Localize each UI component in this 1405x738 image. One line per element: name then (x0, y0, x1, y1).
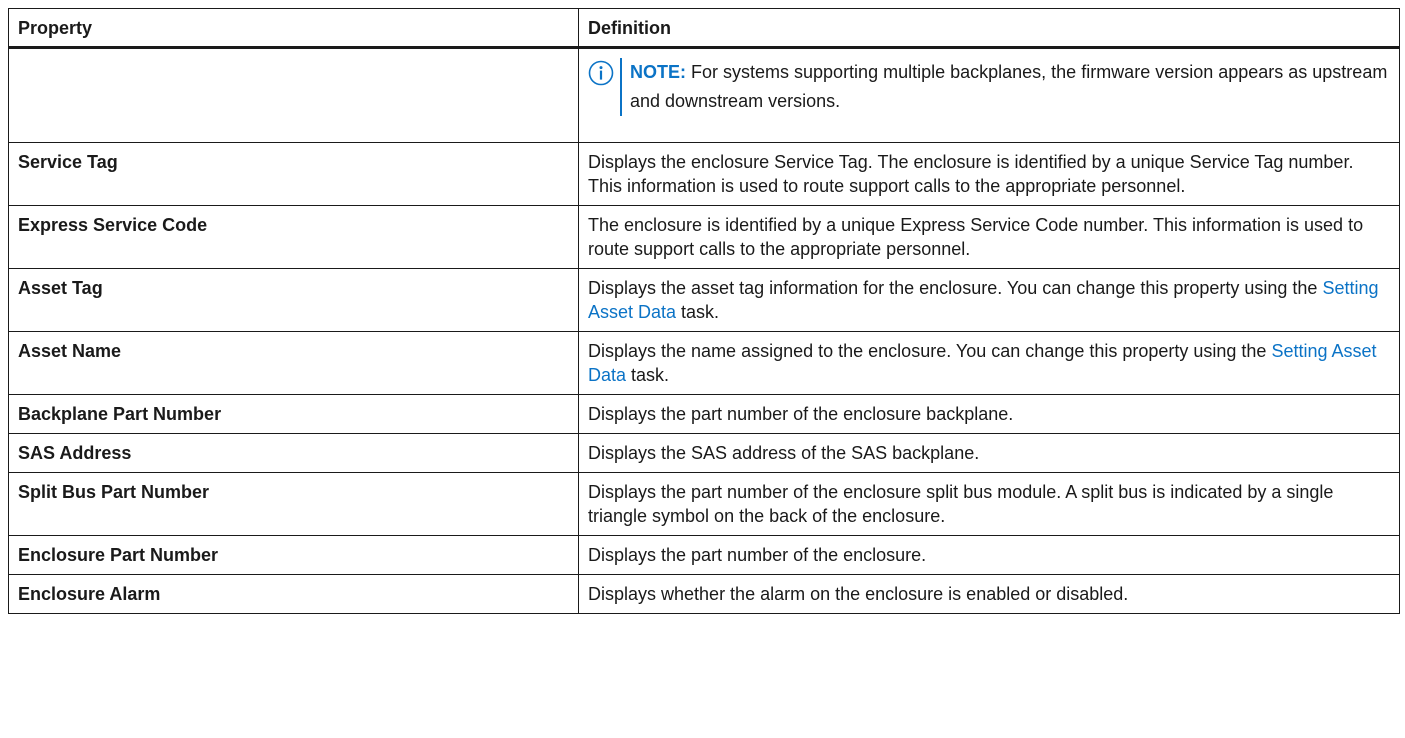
table-row: Service Tag Displays the enclosure Servi… (8, 142, 1400, 206)
property-name: Backplane Part Number (8, 394, 579, 434)
property-name: Split Bus Part Number (8, 472, 579, 536)
property-table-container: Property Definition NOTE: For systems su… (8, 8, 1400, 614)
note-row-definition: NOTE: For systems supporting multiple ba… (578, 47, 1400, 143)
note-label: NOTE: (630, 62, 686, 82)
table-header-row: Property Definition (8, 8, 1400, 49)
definition-text: Displays the name assigned to the enclos… (588, 341, 1272, 361)
property-definition: Displays the name assigned to the enclos… (578, 331, 1400, 395)
note-divider (620, 58, 622, 116)
table-row: SAS Address Displays the SAS address of … (8, 433, 1400, 473)
property-name: Enclosure Alarm (8, 574, 579, 614)
table-row: Enclosure Part Number Displays the part … (8, 535, 1400, 575)
property-table: Property Definition NOTE: For systems su… (8, 8, 1400, 614)
note-row-property (8, 47, 579, 143)
property-definition: Displays whether the alarm on the enclos… (578, 574, 1400, 614)
table-row: Backplane Part Number Displays the part … (8, 394, 1400, 434)
table-row: Express Service Code The enclosure is id… (8, 205, 1400, 269)
property-definition: Displays the SAS address of the SAS back… (578, 433, 1400, 473)
table-row: Asset Tag Displays the asset tag informa… (8, 268, 1400, 332)
header-definition: Definition (578, 8, 1400, 49)
table-row: Enclosure Alarm Displays whether the ala… (8, 574, 1400, 614)
definition-text: task. (676, 302, 720, 322)
property-definition: Displays the part number of the enclosur… (578, 394, 1400, 434)
definition-text: Displays the asset tag information for t… (588, 278, 1323, 298)
property-name: Asset Tag (8, 268, 579, 332)
definition-text: task. (626, 365, 670, 385)
header-property: Property (8, 8, 579, 49)
note-callout: NOTE: For systems supporting multiple ba… (588, 56, 1389, 120)
note-text: NOTE: For systems supporting multiple ba… (630, 58, 1389, 116)
property-name: Asset Name (8, 331, 579, 395)
property-definition: Displays the part number of the enclosur… (578, 472, 1400, 536)
property-definition: Displays the asset tag information for t… (578, 268, 1400, 332)
property-name: Express Service Code (8, 205, 579, 269)
property-definition: Displays the part number of the enclosur… (578, 535, 1400, 575)
property-definition: The enclosure is identified by a unique … (578, 205, 1400, 269)
info-icon (588, 60, 614, 86)
property-name: Service Tag (8, 142, 579, 206)
property-name: SAS Address (8, 433, 579, 473)
table-row-note: NOTE: For systems supporting multiple ba… (8, 47, 1400, 143)
note-body: For systems supporting multiple backplan… (630, 62, 1388, 111)
table-row: Split Bus Part Number Displays the part … (8, 472, 1400, 536)
property-name: Enclosure Part Number (8, 535, 579, 575)
property-definition: Displays the enclosure Service Tag. The … (578, 142, 1400, 206)
table-row: Asset Name Displays the name assigned to… (8, 331, 1400, 395)
